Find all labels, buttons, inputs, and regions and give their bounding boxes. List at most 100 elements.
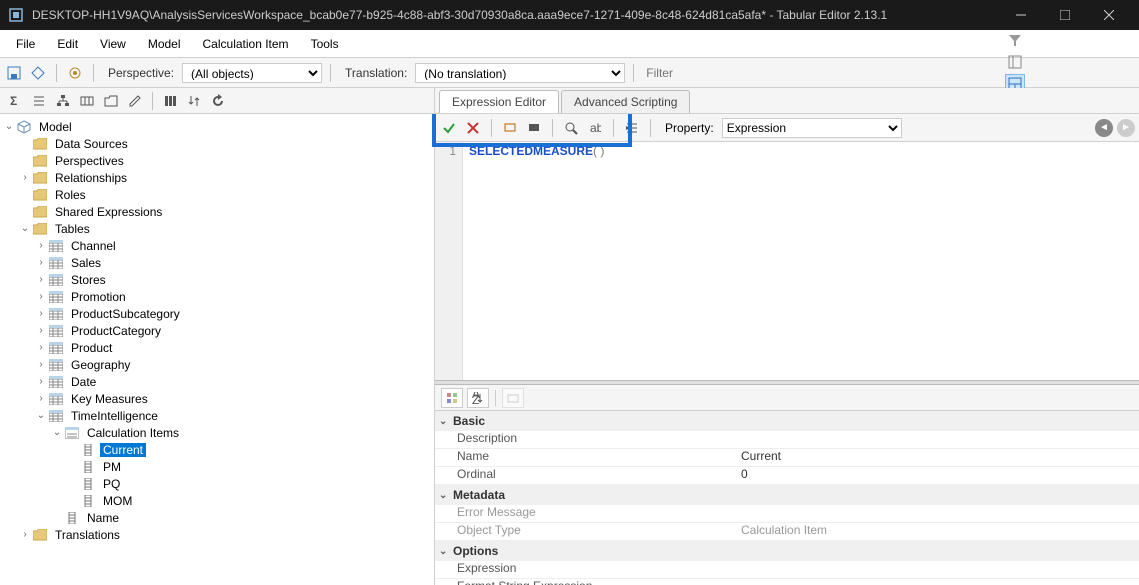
tree-label[interactable]: MOM: [100, 494, 135, 508]
expand-icon[interactable]: ›: [34, 274, 48, 285]
prop-categorized-icon[interactable]: [441, 388, 463, 408]
tree-node[interactable]: ·Perspectives: [2, 152, 432, 169]
maximize-button[interactable]: [1043, 0, 1087, 30]
collapse-icon[interactable]: ⌄: [439, 546, 453, 557]
prop-row[interactable]: Ordinal0: [435, 467, 1139, 485]
expand-icon[interactable]: ›: [34, 359, 48, 370]
prop-value[interactable]: 0: [735, 467, 1139, 484]
tree-label[interactable]: Data Sources: [52, 137, 131, 151]
prop-category[interactable]: ⌄Metadata: [435, 485, 1139, 505]
deploy-icon[interactable]: [28, 63, 48, 83]
expand-icon[interactable]: ›: [34, 325, 48, 336]
collapse-icon[interactable]: ⌄: [18, 223, 32, 234]
prop-category[interactable]: ⌄Basic: [435, 411, 1139, 431]
tree-label[interactable]: Translations: [52, 528, 123, 542]
filter-icon[interactable]: [1005, 30, 1025, 50]
tree-node[interactable]: ·Shared Expressions: [2, 203, 432, 220]
tree-node[interactable]: ·PQ: [2, 475, 432, 492]
tree-node[interactable]: › Translations: [2, 526, 432, 543]
refresh-icon[interactable]: [207, 91, 229, 111]
tree-label[interactable]: PQ: [100, 477, 123, 491]
tree-label[interactable]: Tables: [52, 222, 93, 236]
expand-icon[interactable]: ›: [34, 376, 48, 387]
tree-label[interactable]: TimeIntelligence: [68, 409, 161, 423]
collapse-icon[interactable]: ⌄: [34, 410, 48, 421]
prop-value[interactable]: [735, 579, 1139, 585]
tree-node[interactable]: ›ProductCategory: [2, 322, 432, 339]
expand-icon[interactable]: ›: [34, 342, 48, 353]
tree-label[interactable]: Model: [36, 120, 75, 134]
menu-edit[interactable]: Edit: [47, 33, 88, 55]
indent-icon[interactable]: [622, 118, 642, 138]
find-icon[interactable]: [561, 118, 581, 138]
partition-icon[interactable]: [76, 91, 98, 111]
minimize-button[interactable]: [999, 0, 1043, 30]
comment-icon[interactable]: [500, 118, 520, 138]
close-button[interactable]: [1087, 0, 1131, 30]
expand-icon[interactable]: ›: [18, 172, 32, 183]
tree-label[interactable]: Date: [68, 375, 99, 389]
prop-row[interactable]: NameCurrent: [435, 449, 1139, 467]
tree-node[interactable]: ·PM: [2, 458, 432, 475]
tree-label[interactable]: Shared Expressions: [52, 205, 165, 219]
tree-label[interactable]: Sales: [68, 256, 104, 270]
prop-value[interactable]: [735, 561, 1139, 578]
tree-node[interactable]: ⌄ TimeIntelligence: [2, 407, 432, 424]
save-icon[interactable]: [4, 63, 24, 83]
hierarchy-icon[interactable]: [52, 91, 74, 111]
replace-icon[interactable]: ab: [585, 118, 605, 138]
tree-node[interactable]: › Promotion: [2, 288, 432, 305]
folder-icon[interactable]: [100, 91, 122, 111]
tree-label[interactable]: Geography: [68, 358, 133, 372]
tab-expression-editor[interactable]: Expression Editor: [439, 90, 559, 113]
tree-node[interactable]: ⌄ Calculation Items: [2, 424, 432, 441]
tree-node[interactable]: › Sales: [2, 254, 432, 271]
menu-model[interactable]: Model: [138, 33, 191, 55]
tree-label[interactable]: Roles: [52, 188, 89, 202]
tree-node[interactable]: › Product: [2, 339, 432, 356]
tree-node[interactable]: › Key Measures: [2, 390, 432, 407]
edit-icon[interactable]: [124, 91, 146, 111]
tree-label[interactable]: PM: [100, 460, 124, 474]
tree-node[interactable]: › ProductSubcategory: [2, 305, 432, 322]
property-select[interactable]: Expression: [722, 118, 902, 138]
tree-label[interactable]: Current: [100, 443, 146, 457]
collapse-icon[interactable]: ⌄: [439, 416, 453, 427]
layout1-icon[interactable]: [1005, 52, 1025, 72]
expand-icon[interactable]: ›: [18, 529, 32, 540]
tree-label[interactable]: Key Measures: [68, 392, 151, 406]
tree-node[interactable]: ⌄ Model: [2, 118, 432, 135]
tree-node[interactable]: ·Data Sources: [2, 135, 432, 152]
prop-pages-icon[interactable]: [502, 388, 524, 408]
tree-label[interactable]: Calculation Items: [84, 426, 182, 440]
tab-advanced-scripting[interactable]: Advanced Scripting: [561, 90, 690, 113]
tree-node[interactable]: › Relationships: [2, 169, 432, 186]
expand-icon[interactable]: ›: [34, 257, 48, 268]
prop-row[interactable]: Description: [435, 431, 1139, 449]
tree-node[interactable]: ·MOM: [2, 492, 432, 509]
tree-node[interactable]: ›Channel: [2, 237, 432, 254]
tree-node[interactable]: › Geography: [2, 356, 432, 373]
tree-node[interactable]: ·Roles: [2, 186, 432, 203]
expand-icon[interactable]: ›: [34, 393, 48, 404]
tree-label[interactable]: Channel: [68, 239, 119, 253]
prop-row[interactable]: Expression: [435, 561, 1139, 579]
tree-node[interactable]: ›Stores: [2, 271, 432, 288]
tree-label[interactable]: Name: [84, 511, 122, 525]
perspective-select[interactable]: (All objects): [182, 63, 322, 83]
collapse-icon[interactable]: ⌄: [50, 427, 64, 438]
list-icon[interactable]: [28, 91, 50, 111]
tree-node[interactable]: › Date: [2, 373, 432, 390]
tree-label[interactable]: Perspectives: [52, 154, 127, 168]
tree-label[interactable]: ProductSubcategory: [68, 307, 183, 321]
tree-label[interactable]: Product: [68, 341, 115, 355]
expand-icon[interactable]: ›: [34, 291, 48, 302]
cancel-icon[interactable]: [463, 118, 483, 138]
collapse-icon[interactable]: ⌄: [2, 121, 16, 132]
tree-node[interactable]: ·Current: [2, 441, 432, 458]
expand-icon[interactable]: ›: [34, 308, 48, 319]
menu-file[interactable]: File: [6, 33, 45, 55]
tree-label[interactable]: Promotion: [68, 290, 129, 304]
tree-node[interactable]: ·Name: [2, 509, 432, 526]
tree-label[interactable]: Relationships: [52, 171, 130, 185]
